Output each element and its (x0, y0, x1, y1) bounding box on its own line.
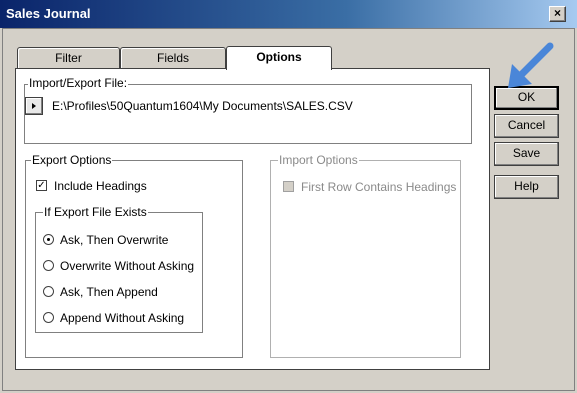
import-export-group (24, 84, 472, 144)
first-row-headings-checkbox[interactable] (283, 181, 294, 192)
window-title: Sales Journal (6, 6, 91, 21)
radio-ask-then-append-label: Ask, Then Append (60, 285, 158, 299)
if-export-exists-legend: If Export File Exists (43, 205, 148, 219)
tab-filter[interactable]: Filter (17, 47, 120, 69)
help-button[interactable]: Help (494, 175, 559, 199)
radio-overwrite-without-asking-label: Overwrite Without Asking (60, 259, 195, 273)
tab-filter-label: Filter (55, 51, 82, 65)
tab-fields-label: Fields (156, 51, 189, 65)
radio-overwrite-without-asking[interactable] (43, 260, 54, 271)
tab-options-label: Options (256, 50, 302, 64)
radio-ask-then-overwrite[interactable] (43, 234, 54, 245)
radio-append-without-asking-label: Append Without Asking (60, 311, 185, 325)
checkmark-icon: ✓ (37, 180, 46, 191)
radio-selected-dot (47, 238, 50, 241)
triangle-right-icon (32, 103, 36, 109)
export-options-legend: Export Options (31, 153, 113, 167)
save-button[interactable]: Save (494, 142, 559, 166)
include-headings-checkbox[interactable]: ✓ (36, 180, 47, 191)
import-export-legend: Import/Export File: (28, 76, 129, 90)
radio-ask-then-overwrite-label: Ask, Then Overwrite (60, 233, 169, 247)
tab-fields[interactable]: Fields (120, 47, 226, 69)
import-options-legend: Import Options (278, 153, 359, 167)
close-button[interactable]: × (549, 6, 566, 22)
pointer-arrow-icon (508, 42, 554, 88)
radio-append-without-asking[interactable] (43, 312, 54, 323)
first-row-headings-label: First Row Contains Headings (301, 180, 457, 194)
radio-ask-then-append[interactable] (43, 286, 54, 297)
file-path-text: E:\Profiles\50Quantum1604\My Documents\S… (52, 99, 353, 113)
cancel-button[interactable]: Cancel (494, 114, 559, 138)
tab-options[interactable]: Options (226, 46, 332, 70)
include-headings-label: Include Headings (54, 179, 147, 193)
browse-file-button[interactable] (25, 97, 43, 115)
